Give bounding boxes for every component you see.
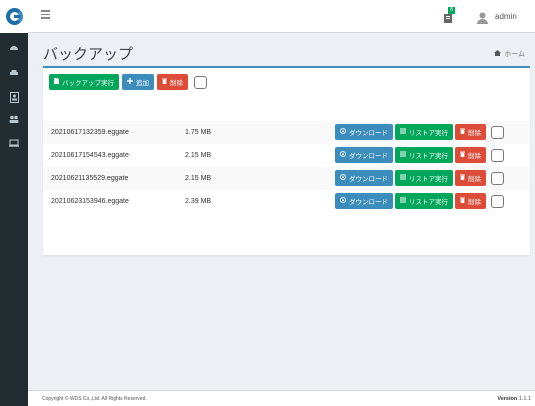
download-button[interactable]: ダウンロード [335, 170, 393, 186]
download-button[interactable]: ダウンロード [335, 124, 393, 140]
monitor-icon[interactable] [8, 138, 20, 148]
backup-run-button[interactable]: バックアップ実行 [49, 74, 119, 90]
row-delete-button[interactable]: 削除 [455, 170, 486, 186]
add-button[interactable]: 追加 [122, 74, 154, 90]
version-text: Version 1.1.1 [497, 396, 531, 402]
file-name: 20210621135529.eggate [51, 175, 129, 182]
file-size: 2.15 MB [185, 175, 212, 182]
trash-icon [460, 174, 465, 182]
notification-badge: 8 [448, 7, 455, 14]
row-actions: ダウンロード リストア実行 削除 [335, 193, 504, 209]
top-header: 8 admin [28, 0, 535, 33]
download-icon [340, 128, 346, 136]
copyright-text: Copyright © WDS Co.,Ltd. All Rights Rese… [42, 396, 147, 402]
restore-button[interactable]: リストア実行 [395, 193, 453, 209]
delete-label: 削除 [170, 80, 183, 87]
file-name: 20210617154543.eggate [51, 152, 129, 159]
row-delete-button[interactable]: 削除 [455, 193, 486, 209]
users-icon[interactable] [8, 114, 20, 124]
table-row: 20210623153946.eggate 2.39 MB ダウンロード リスト… [43, 190, 530, 213]
breadcrumb[interactable]: ホーム [494, 49, 525, 59]
backup-box: バックアップ実行 追加 削除 20210617132359.eggate 1.7… [43, 66, 530, 255]
file-list: 20210617132359.eggate 1.75 MB ダウンロード リスト… [43, 121, 530, 213]
download-icon [340, 151, 346, 159]
notification-icon[interactable]: 8 [444, 7, 455, 23]
backup-run-label: バックアップ実行 [62, 80, 114, 87]
select-all-checkbox[interactable] [194, 75, 207, 89]
row-delete-label: 削除 [468, 153, 481, 160]
restore-label: リストア実行 [409, 199, 448, 206]
restore-button[interactable]: リストア実行 [395, 124, 453, 140]
version-number: 1.1.1 [518, 396, 531, 402]
trash-icon [460, 128, 465, 136]
download-icon [340, 197, 346, 205]
download-label: ダウンロード [349, 130, 388, 137]
restore-button[interactable]: リストア実行 [395, 147, 453, 163]
row-delete-label: 削除 [468, 130, 481, 137]
badge-icon[interactable] [8, 91, 20, 103]
menu-icon[interactable] [41, 10, 50, 20]
trash-icon [460, 151, 465, 159]
file-name: 20210617132359.eggate [51, 129, 129, 136]
footer: Copyright © WDS Co.,Ltd. All Rights Rese… [28, 390, 535, 406]
row-actions: ダウンロード リストア実行 削除 [335, 147, 504, 163]
row-checkbox[interactable] [491, 125, 504, 139]
table-row: 20210621135529.eggate 2.15 MB ダウンロード リスト… [43, 167, 530, 190]
row-delete-button[interactable]: 削除 [455, 124, 486, 140]
trash-icon [162, 78, 167, 86]
restore-label: リストア実行 [409, 153, 448, 160]
user-icon[interactable] [477, 11, 488, 24]
row-checkbox[interactable] [491, 171, 504, 185]
plus-icon [127, 78, 133, 86]
download-button[interactable]: ダウンロード [335, 193, 393, 209]
toolbar: バックアップ実行 追加 削除 [49, 74, 207, 90]
page-title: バックアップ [43, 46, 134, 63]
download-label: ダウンロード [349, 153, 388, 160]
add-label: 追加 [136, 80, 149, 87]
list-icon [400, 174, 406, 182]
trash-icon [460, 197, 465, 205]
restore-label: リストア実行 [409, 130, 448, 137]
file-size: 2.15 MB [185, 152, 212, 159]
file-icon [54, 78, 59, 86]
table-row: 20210617154543.eggate 2.15 MB ダウンロード リスト… [43, 144, 530, 167]
row-delete-button[interactable]: 削除 [455, 147, 486, 163]
download-label: ダウンロード [349, 176, 388, 183]
row-delete-label: 削除 [468, 176, 481, 183]
file-size: 1.75 MB [185, 129, 212, 136]
sidebar [0, 0, 28, 406]
list-icon [400, 151, 406, 159]
logo-icon[interactable] [0, 0, 28, 33]
row-checkbox[interactable] [491, 194, 504, 208]
user-name[interactable]: admin [495, 12, 517, 21]
row-checkbox[interactable] [491, 148, 504, 162]
row-delete-label: 削除 [468, 199, 481, 206]
row-actions: ダウンロード リストア実行 削除 [335, 124, 504, 140]
restore-label: リストア実行 [409, 176, 448, 183]
dashboard-icon[interactable] [8, 42, 20, 52]
home-icon [494, 50, 502, 58]
list-icon [400, 128, 406, 136]
file-size: 2.39 MB [185, 198, 212, 205]
download-label: ダウンロード [349, 199, 388, 206]
car-icon[interactable] [8, 68, 20, 78]
download-button[interactable]: ダウンロード [335, 147, 393, 163]
breadcrumb-home[interactable]: ホーム [504, 49, 525, 59]
table-row: 20210617132359.eggate 1.75 MB ダウンロード リスト… [43, 121, 530, 144]
download-icon [340, 174, 346, 182]
file-name: 20210623153946.eggate [51, 198, 129, 205]
list-icon [400, 197, 406, 205]
restore-button[interactable]: リストア実行 [395, 170, 453, 186]
delete-button[interactable]: 削除 [157, 74, 188, 90]
version-label: Version [497, 396, 518, 402]
row-actions: ダウンロード リストア実行 削除 [335, 170, 504, 186]
